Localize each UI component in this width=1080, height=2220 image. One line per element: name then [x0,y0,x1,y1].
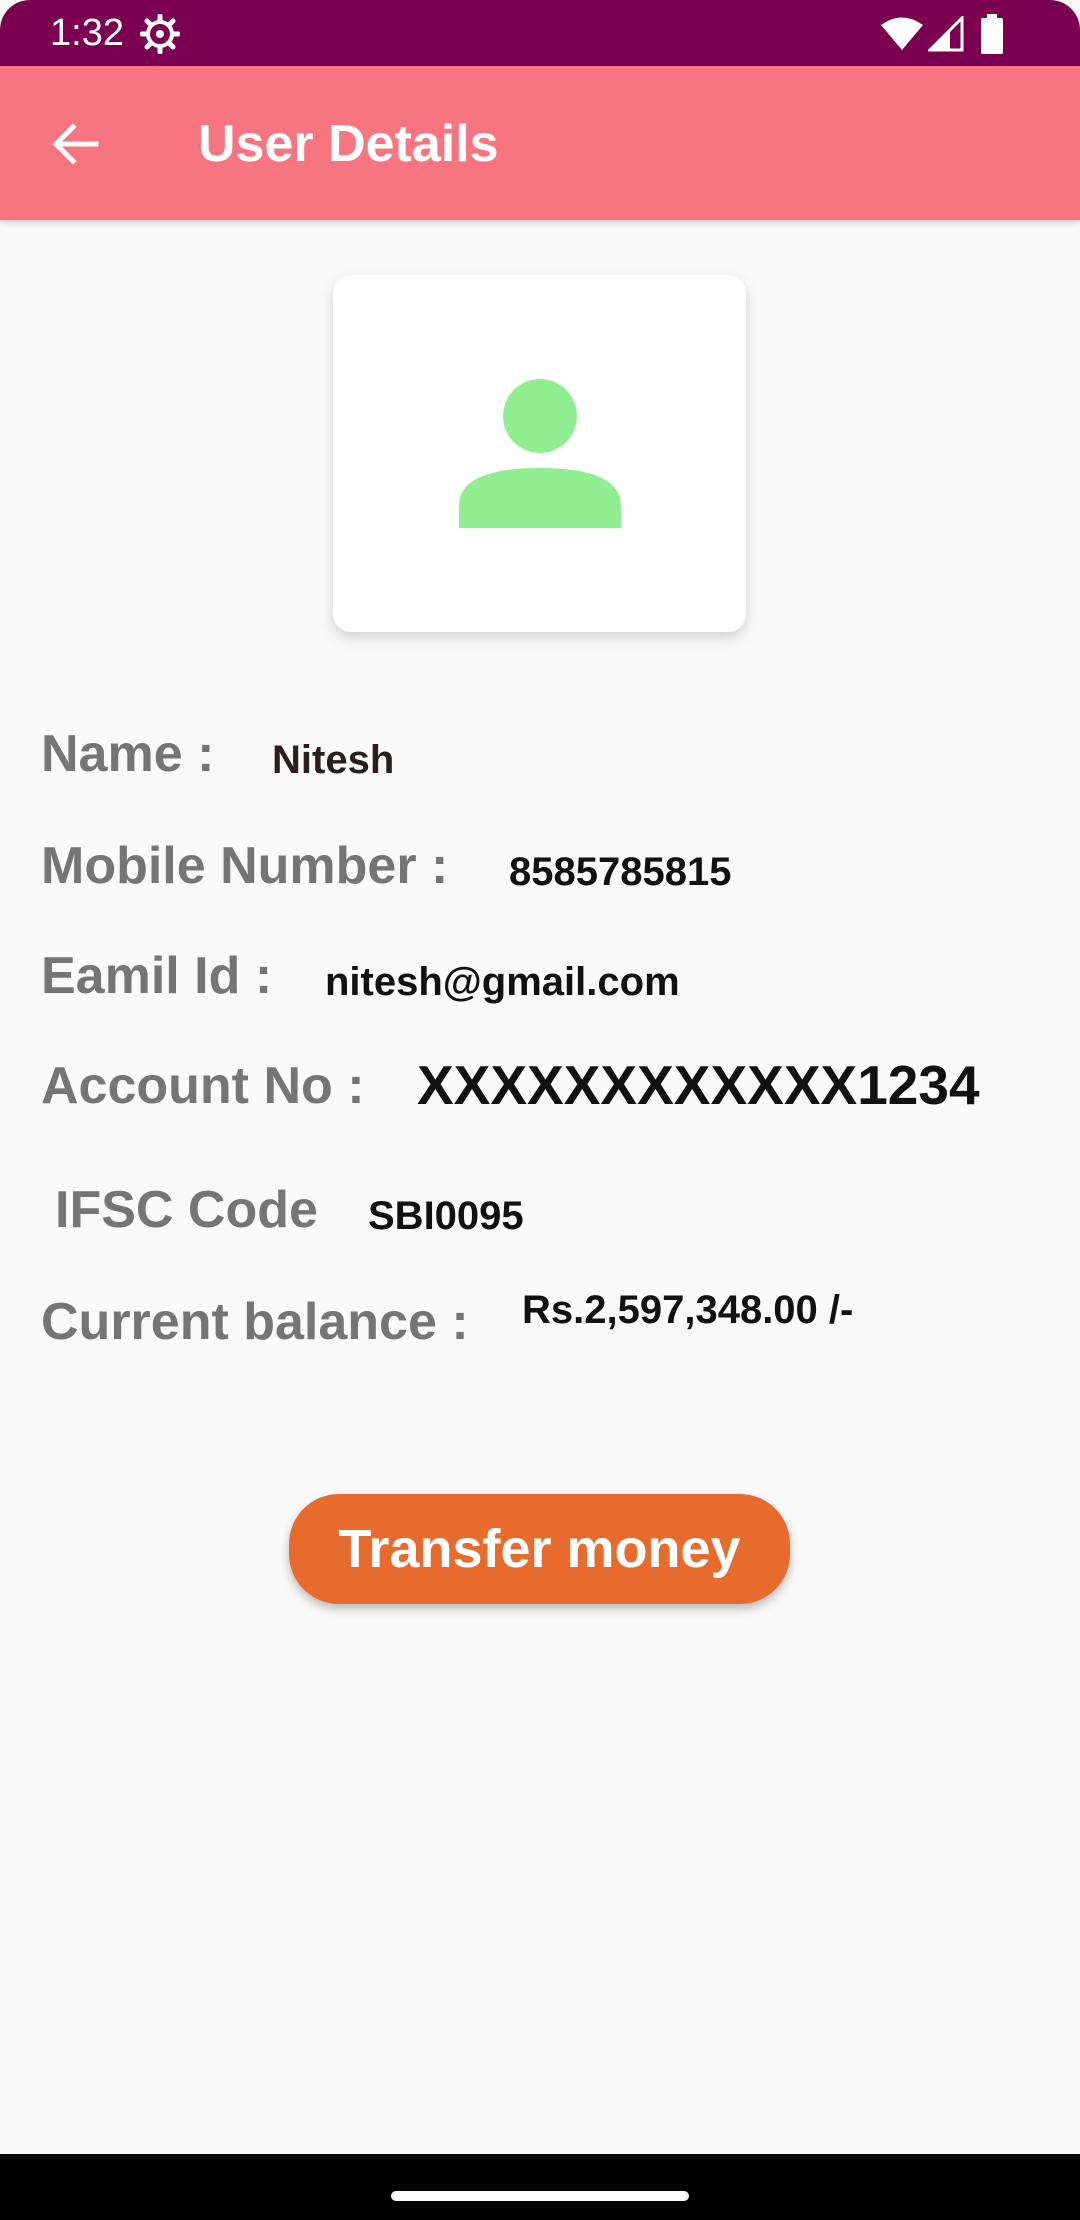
avatar-card [333,275,746,632]
user-details-screen: 1:32 User Details Name: Nitesh Mobile N… [0,0,1080,2220]
balance-label: Current balance : [41,1293,469,1351]
mobile-label: Mobile Number : [41,837,449,895]
ifsc-label: IFSC Code [55,1181,318,1239]
balance-value: Rs.2,597,348.00 /- [522,1288,854,1332]
status-time: 1:32 [50,12,124,54]
signal-icon [928,16,964,52]
gear-icon [140,14,180,54]
ifsc-value: SBI0095 [368,1194,524,1238]
email-value: nitesh@gmail.com [325,960,680,1004]
battery-icon [981,14,1003,54]
arrow-left-icon[interactable] [40,114,114,174]
home-gesture-handle[interactable] [391,2191,689,2201]
app-bar: User Details [0,66,1080,220]
person-icon [459,379,621,528]
account-label: Account No : [41,1057,365,1115]
mobile-value: 8585785815 [509,850,732,894]
name-label: Name : [41,725,215,783]
status-bar: 1:32 [0,0,1080,66]
transfer-money-button[interactable]: Transfer money [289,1494,790,1604]
page-title: User Details [198,115,499,173]
account-value: XXXXXXXXXXXX1234 [417,1054,980,1116]
email-label: Eamil Id : [41,947,273,1005]
wifi-icon [881,17,923,50]
navigation-bar [0,2154,1080,2220]
name-value: Nitesh [272,738,395,782]
